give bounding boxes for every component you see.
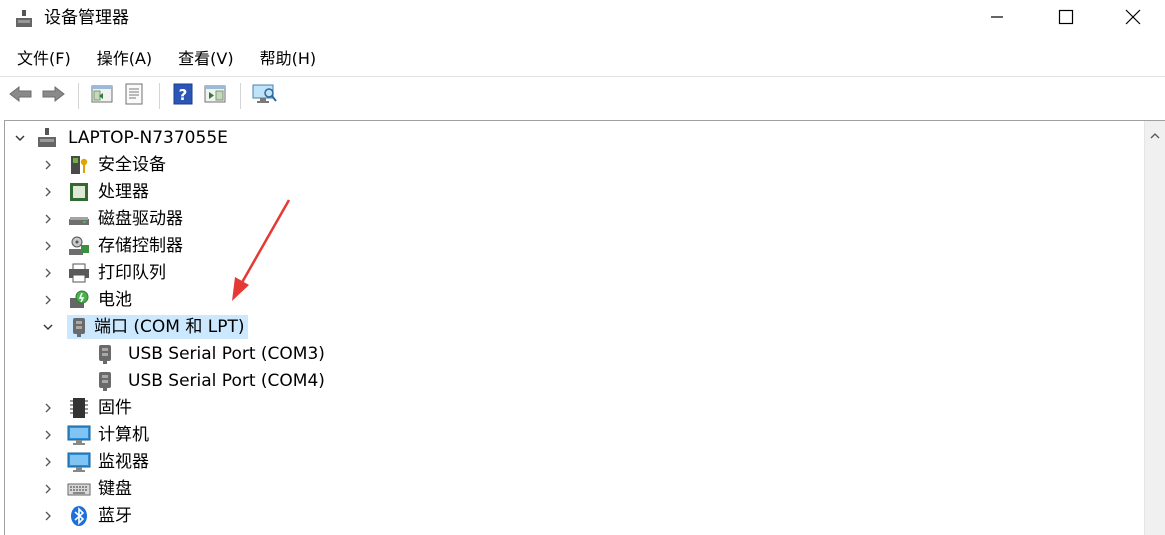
document-list-button[interactable]: [119, 81, 149, 111]
tree-child-label: USB Serial Port (COM4): [128, 370, 325, 391]
chevron-right-icon[interactable]: [41, 455, 55, 469]
storage-controller-icon: [67, 234, 91, 258]
chevron-up-icon: [1149, 126, 1161, 145]
battery-icon: [67, 288, 91, 312]
port-icon: [67, 314, 91, 339]
close-button[interactable]: [1100, 0, 1165, 38]
keyboard-icon: [67, 477, 91, 501]
help-icon: ?: [173, 83, 193, 109]
tree-item-label: 磁盘驱动器: [98, 208, 183, 229]
scan-monitor-icon: [251, 83, 277, 109]
close-icon: [1125, 9, 1141, 29]
tree-item-label: 端口 (COM 和 LPT): [91, 314, 248, 339]
tree-item-label: 键盘: [98, 478, 132, 499]
vertical-scrollbar[interactable]: [1144, 121, 1165, 535]
port-icon: [93, 342, 117, 366]
run-panel-icon: [204, 84, 226, 108]
svg-text:?: ?: [179, 86, 188, 104]
tree-item-disk-drives[interactable]: 磁盘驱动器: [41, 205, 186, 232]
processor-icon: [67, 180, 91, 204]
menu-file[interactable]: 文件(F): [8, 45, 80, 73]
tree-root-label: LAPTOP-N737055E: [68, 127, 228, 148]
tree-item-print-queues[interactable]: 打印队列: [41, 259, 169, 286]
device-tree[interactable]: LAPTOP-N737055E 安全设备 处理器 磁盘驱动器 存储控制器 打印队…: [4, 120, 1165, 535]
run-panel-button[interactable]: [200, 81, 230, 111]
title-bar: 设备管理器: [0, 0, 1165, 38]
chevron-right-icon[interactable]: [41, 293, 55, 307]
back-button[interactable]: [6, 81, 36, 111]
maximize-icon: [1058, 9, 1074, 29]
tree-item-computer[interactable]: 计算机: [41, 421, 152, 448]
document-list-icon: [123, 83, 145, 109]
monitor-icon: [67, 423, 91, 447]
chevron-right-icon[interactable]: [41, 158, 55, 172]
chevron-down-icon[interactable]: [13, 131, 27, 145]
chevron-right-icon[interactable]: [41, 212, 55, 226]
chevron-down-icon[interactable]: [41, 320, 55, 334]
chevron-right-icon[interactable]: [41, 428, 55, 442]
chevron-right-icon[interactable]: [41, 266, 55, 280]
tree-item-storage-controllers[interactable]: 存储控制器: [41, 232, 186, 259]
tree-child-com4[interactable]: USB Serial Port (COM4): [93, 367, 328, 394]
disk-drive-icon: [67, 207, 91, 231]
scan-hardware-button[interactable]: [249, 81, 279, 111]
chevron-right-icon[interactable]: [41, 185, 55, 199]
tree-item-security-devices[interactable]: 安全设备: [41, 151, 169, 178]
menu-bar: 文件(F) 操作(A) 查看(V) 帮助(H): [0, 44, 1165, 74]
toolbar-separator: [240, 82, 241, 109]
tree-item-label: 蓝牙: [98, 505, 132, 526]
bluetooth-icon: [67, 504, 91, 528]
tree-item-label: 监视器: [98, 451, 149, 472]
menu-action[interactable]: 操作(A): [88, 45, 161, 73]
forward-arrow-icon: [40, 84, 66, 108]
tree-item-label: 电池: [98, 289, 132, 310]
scroll-up-button[interactable]: [1144, 121, 1165, 149]
toolbar: ?: [0, 76, 1165, 114]
chevron-right-icon[interactable]: [41, 239, 55, 253]
computer-root-icon: [35, 126, 59, 150]
tree-item-processors[interactable]: 处理器: [41, 178, 152, 205]
monitor-icon: [67, 450, 91, 474]
chevron-right-icon[interactable]: [41, 482, 55, 496]
tree-item-monitors[interactable]: 监视器: [41, 448, 152, 475]
back-arrow-icon: [8, 84, 34, 108]
window-title: 设备管理器: [44, 8, 129, 28]
tree-child-label: USB Serial Port (COM3): [128, 343, 325, 364]
tree-item-label: 计算机: [98, 424, 149, 445]
tree-item-batteries[interactable]: 电池: [41, 286, 135, 313]
menu-view[interactable]: 查看(V): [169, 45, 242, 73]
properties-panel-button[interactable]: [87, 81, 117, 111]
tree-root[interactable]: LAPTOP-N737055E: [13, 124, 231, 151]
tree-item-ports[interactable]: 端口 (COM 和 LPT): [41, 313, 248, 340]
printer-icon: [67, 261, 91, 285]
tree-item-label: 处理器: [98, 181, 149, 202]
tree-item-label: 固件: [98, 397, 132, 418]
firmware-icon: [67, 396, 91, 420]
tree-item-bluetooth[interactable]: 蓝牙: [41, 502, 135, 529]
device-manager-icon: [14, 9, 34, 29]
maximize-button[interactable]: [1031, 0, 1101, 38]
minimize-button[interactable]: [962, 0, 1032, 38]
port-icon: [93, 369, 117, 393]
tree-item-label: 安全设备: [98, 154, 166, 175]
toolbar-separator: [159, 82, 160, 109]
security-device-icon: [67, 153, 91, 177]
tree-item-label: 存储控制器: [98, 235, 183, 256]
tree-child-com3[interactable]: USB Serial Port (COM3): [93, 340, 328, 367]
forward-button[interactable]: [38, 81, 68, 111]
minimize-icon: [989, 9, 1005, 29]
tree-item-keyboards[interactable]: 键盘: [41, 475, 135, 502]
properties-panel-icon: [91, 84, 113, 108]
chevron-right-icon[interactable]: [41, 509, 55, 523]
help-button[interactable]: ?: [168, 81, 198, 111]
menu-help[interactable]: 帮助(H): [251, 45, 326, 73]
tree-item-label: 打印队列: [98, 262, 166, 283]
toolbar-separator: [78, 82, 79, 109]
tree-item-firmware[interactable]: 固件: [41, 394, 135, 421]
chevron-right-icon[interactable]: [41, 401, 55, 415]
